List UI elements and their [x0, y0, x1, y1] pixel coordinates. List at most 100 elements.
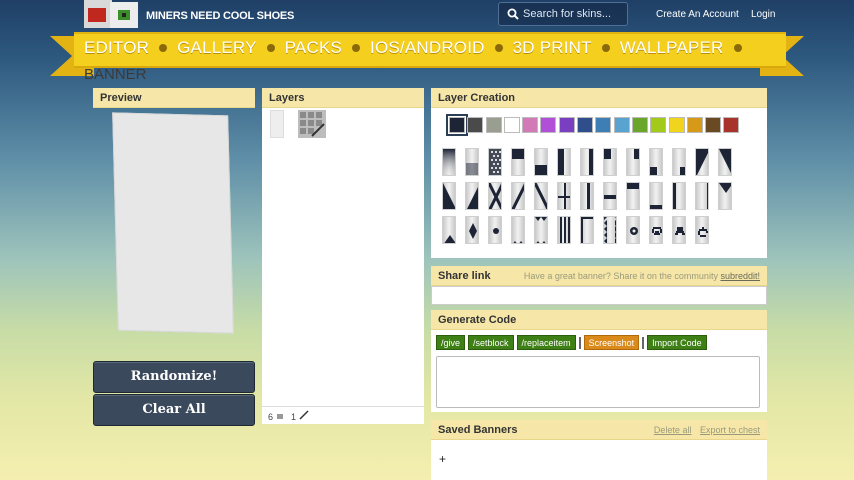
search-icon [507, 8, 519, 20]
loom-pattern-icon [298, 110, 326, 138]
saved-banners-panel: Saved Banners Delete all Export to chest… [431, 420, 767, 480]
banner-pattern-icon[interactable] [465, 182, 479, 210]
banner-pattern-icon[interactable] [718, 148, 732, 176]
layers-panel: Layers 6 1 [262, 88, 424, 424]
banner-pattern-icon[interactable] [603, 182, 617, 210]
delete-all-link[interactable]: Delete all [654, 425, 692, 435]
banner-pattern-icon[interactable] [603, 148, 617, 176]
banner-pattern-icon[interactable] [603, 216, 617, 244]
banner-pattern-icon[interactable] [442, 182, 456, 210]
site-logo[interactable] [84, 0, 140, 32]
replaceitem-button[interactable]: /replaceitem [516, 335, 576, 350]
nav-separator [494, 44, 503, 52]
color-swatch[interactable] [595, 117, 612, 133]
banner-pattern-icon[interactable] [465, 148, 479, 176]
banner-pattern-icon[interactable] [465, 216, 479, 244]
code-output-textarea[interactable] [436, 356, 760, 408]
banner-pattern-icon[interactable] [626, 216, 640, 244]
search-box[interactable] [498, 2, 628, 26]
banner-pattern-icon[interactable] [557, 216, 571, 244]
banner-pattern-icon[interactable] [649, 216, 663, 244]
banner-pattern-icon[interactable] [580, 182, 594, 210]
color-swatch[interactable] [613, 117, 630, 133]
layers-footer: 6 1 [262, 406, 424, 424]
color-swatch[interactable] [668, 117, 685, 133]
layers-title: Layers [262, 88, 424, 108]
subreddit-link[interactable]: subreddit! [720, 271, 760, 281]
setblock-button[interactable]: /setblock [468, 335, 514, 350]
banner-pattern-icon[interactable] [580, 216, 594, 244]
banner-pattern-icon[interactable] [672, 148, 686, 176]
search-input[interactable] [523, 6, 623, 22]
nav-gallery[interactable]: GALLERY [177, 38, 257, 58]
color-swatch[interactable] [540, 117, 557, 133]
nav-ios-android[interactable]: IOS/ANDROID [370, 38, 485, 58]
banner-pattern-icon[interactable] [511, 148, 525, 176]
banner-pattern-icon[interactable] [488, 148, 502, 176]
nav-separator [266, 44, 275, 52]
banner-pattern-icon[interactable] [442, 216, 456, 244]
banner-pattern-icon[interactable] [695, 148, 709, 176]
banner-pattern-icon[interactable] [649, 182, 663, 210]
import-code-button[interactable]: Import Code [647, 335, 707, 350]
share-link-title: Share link Have a great banner? Share it… [431, 266, 767, 286]
create-account-link[interactable]: Create An Account [656, 9, 739, 20]
color-swatch[interactable] [723, 117, 740, 133]
banner-pattern-icon[interactable] [511, 216, 525, 244]
export-to-chest-link[interactable]: Export to chest [700, 425, 760, 435]
layer-item[interactable] [266, 110, 326, 140]
banner-pattern-icon[interactable] [511, 182, 525, 210]
nav-packs[interactable]: PACKS [285, 38, 342, 58]
share-link-panel: Share link Have a great banner? Share it… [431, 266, 767, 306]
banner-pattern-icon[interactable] [557, 182, 571, 210]
banner-pattern-icon[interactable] [580, 148, 594, 176]
nav-banner[interactable]: BANNER [84, 66, 147, 83]
divider [642, 336, 645, 349]
color-swatch[interactable] [446, 114, 468, 136]
color-swatch[interactable] [705, 117, 722, 133]
banner-pattern-icon[interactable] [534, 182, 548, 210]
randomize-button[interactable]: Randomize! [93, 361, 255, 393]
banner-preview-canvas[interactable] [112, 112, 234, 334]
login-link[interactable]: Login [751, 9, 775, 20]
preview-panel: Preview [93, 88, 255, 356]
site-title[interactable]: MINERS NEED COOL SHOES [146, 10, 294, 22]
color-swatch[interactable] [558, 117, 575, 133]
banner-pattern-icon[interactable] [695, 182, 709, 210]
give-button[interactable]: /give [436, 335, 466, 350]
saved-actions: Delete all Export to chest [648, 425, 760, 435]
banner-pattern-icon[interactable] [534, 216, 548, 244]
banner-pattern-icon[interactable] [488, 216, 502, 244]
nav-3d-print[interactable]: 3D PRINT [513, 38, 592, 58]
banner-pattern-icon[interactable] [672, 216, 686, 244]
banner-pattern-icon[interactable] [557, 148, 571, 176]
color-swatch[interactable] [577, 117, 594, 133]
banner-pattern-icon[interactable] [626, 182, 640, 210]
banner-pattern-icon[interactable] [695, 216, 709, 244]
color-swatch[interactable] [650, 117, 667, 133]
banner-pattern-icon[interactable] [718, 182, 732, 210]
pattern-count: 1 [291, 412, 297, 422]
clear-all-button[interactable]: Clear All [93, 394, 255, 426]
color-swatch[interactable] [503, 117, 520, 133]
banner-pattern-icon[interactable] [534, 148, 548, 176]
add-saved-banner-button[interactable]: + [439, 452, 446, 466]
banner-pattern-icon[interactable] [626, 148, 640, 176]
screenshot-button[interactable]: Screenshot [583, 335, 640, 350]
banner-pattern-icon[interactable] [442, 148, 456, 176]
color-swatch[interactable] [686, 117, 703, 133]
banner-pattern-icon[interactable] [649, 148, 663, 176]
color-swatch[interactable] [631, 117, 648, 133]
color-swatch[interactable] [522, 117, 539, 133]
color-swatch[interactable] [467, 117, 484, 133]
nav-wallpaper[interactable]: WALLPAPER [620, 38, 724, 58]
nav-separator [352, 44, 361, 52]
banner-pattern-icon[interactable] [488, 182, 502, 210]
share-link-label: Share link [438, 270, 491, 282]
color-swatch[interactable] [485, 117, 502, 133]
nav-editor[interactable]: EDITOR [84, 38, 149, 58]
share-link-field[interactable] [431, 286, 767, 305]
share-hint: Have a great banner? Share it on the com… [524, 271, 760, 281]
banner-pattern-icon[interactable] [672, 182, 686, 210]
nav-separator [159, 44, 168, 52]
